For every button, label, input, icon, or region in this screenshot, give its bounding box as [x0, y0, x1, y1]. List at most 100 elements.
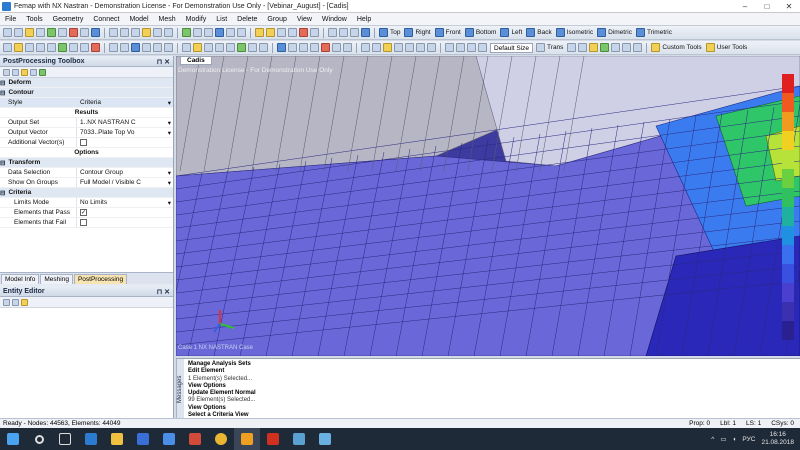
pp-row-elements-that-pass[interactable]: Elements that Pass ✓ [0, 208, 173, 218]
toolbar-button-icon[interactable] [91, 28, 100, 37]
femap-icon[interactable] [234, 428, 260, 450]
view-dimetric-icon[interactable] [597, 28, 607, 37]
toolbar-button-icon[interactable] [109, 43, 118, 52]
language-indicator[interactable]: РУС [742, 436, 755, 443]
dropdown-arrow-icon[interactable]: ▾ [168, 199, 173, 207]
toolbar-button-icon[interactable] [372, 43, 381, 52]
toolbar-button-icon[interactable] [310, 43, 319, 52]
toolbar-button-icon[interactable] [14, 28, 23, 37]
minimize-icon[interactable]: – [734, 2, 756, 11]
view-trimetric-button[interactable]: Trimetric [647, 29, 672, 36]
toolbar-button-icon[interactable] [361, 28, 370, 37]
toolbar-button-icon[interactable] [58, 43, 67, 52]
menu-item-list[interactable]: List [211, 16, 232, 23]
toolbar-button-icon[interactable] [611, 43, 621, 52]
view-trimetric-icon[interactable] [635, 28, 645, 37]
menu-item-modify[interactable]: Modify [181, 16, 212, 23]
toolbar-button-icon[interactable] [142, 28, 151, 37]
toolbar-button-icon[interactable] [248, 43, 257, 52]
toolbar-button-icon[interactable] [36, 43, 45, 52]
pp-row-additional-vector-s[interactable]: Additional Vector(s) [0, 138, 173, 148]
search-icon[interactable] [26, 428, 52, 450]
toolbar-button-icon[interactable] [58, 28, 67, 37]
menu-item-window[interactable]: Window [317, 16, 352, 23]
toolbar-button-icon[interactable] [204, 28, 213, 37]
view-front-icon[interactable] [434, 28, 444, 37]
menu-item-tools[interactable]: Tools [21, 16, 47, 23]
tool-icon[interactable] [12, 68, 19, 76]
pp-row-show-on-groups[interactable]: Show On Groups Full Model / Visible C ▾ [0, 178, 173, 188]
tool-icon[interactable] [21, 68, 28, 76]
trans-icon[interactable] [536, 43, 546, 52]
view-left-button[interactable]: Left [511, 29, 522, 36]
toolbar-button-icon[interactable] [204, 43, 213, 52]
toolbar-button-icon[interactable] [120, 28, 129, 37]
menu-item-model[interactable]: Model [124, 16, 153, 23]
toolbar-button-icon[interactable] [182, 43, 191, 52]
toolbar-button-icon[interactable] [25, 28, 34, 37]
toolbar-button-icon[interactable] [277, 28, 286, 37]
toolbar-button-icon[interactable] [288, 43, 297, 52]
view-right-button[interactable]: Right [415, 29, 430, 36]
checkbox[interactable]: ✓ [80, 209, 87, 216]
edge-icon[interactable] [78, 428, 104, 450]
tab-cadis[interactable]: Cadis [180, 56, 212, 65]
toolbar-button-icon[interactable] [350, 28, 359, 37]
mail-icon[interactable] [156, 428, 182, 450]
toolbar-button-icon[interactable] [237, 43, 246, 52]
tab-postprocessing[interactable]: PostProcessing [73, 274, 128, 284]
toolbar-button-icon[interactable] [456, 43, 465, 52]
user-tools-icon[interactable] [705, 43, 715, 52]
status-prop[interactable]: Prop: 0 [689, 420, 710, 427]
app-icon[interactable] [286, 428, 312, 450]
toolbar-button-icon[interactable] [36, 28, 45, 37]
toolbar-button-icon[interactable] [339, 28, 348, 37]
tool-icon[interactable] [3, 68, 10, 76]
clock[interactable]: 16:16 21.08.2018 [761, 431, 794, 447]
volume-icon[interactable]: ◖ [732, 436, 736, 443]
toolbar-button-icon[interactable] [299, 28, 308, 37]
pin-icon[interactable]: ⊓ ✕ [157, 288, 170, 296]
toolbar-button-icon[interactable] [215, 43, 224, 52]
toolbar-button-icon[interactable] [600, 43, 610, 52]
view-right-icon[interactable] [404, 28, 414, 37]
toolbar-button-icon[interactable] [142, 43, 151, 52]
pp-row-value[interactable]: 1..NX NASTRAN C ▾ [76, 118, 173, 127]
graphics-viewport[interactable]: Cadis Demonstration License - For Demons… [176, 56, 800, 356]
menu-item-file[interactable]: File [0, 16, 21, 23]
tool-icon[interactable] [21, 298, 28, 306]
pp-row-data-selection[interactable]: Data Selection Contour Group ▾ [0, 168, 173, 178]
toolbar-button-icon[interactable] [259, 43, 268, 52]
toolbar-button-icon[interactable] [69, 28, 78, 37]
pp-row-deform[interactable]: ⊟ Deform [0, 78, 173, 88]
tray-chevron-icon[interactable]: ^ [711, 436, 714, 443]
user-tools-button[interactable]: User Tools [717, 44, 748, 51]
menu-item-view[interactable]: View [292, 16, 317, 23]
menu-item-mesh[interactable]: Mesh [154, 16, 181, 23]
toolbar-button-icon[interactable] [237, 28, 246, 37]
toolbar-button-icon[interactable] [622, 43, 632, 52]
windows-start-icon[interactable] [0, 428, 26, 450]
toolbar-button-icon[interactable] [153, 43, 162, 52]
toolbar-button-icon[interactable] [427, 43, 436, 52]
media-icon[interactable] [182, 428, 208, 450]
menu-item-connect[interactable]: Connect [88, 16, 124, 23]
toolbar-button-icon[interactable] [266, 28, 275, 37]
chrome-icon[interactable] [208, 428, 234, 450]
toolbar-button-icon[interactable] [193, 43, 202, 52]
checkbox[interactable] [80, 219, 87, 226]
toolbar-button-icon[interactable] [277, 43, 286, 52]
explorer-icon[interactable] [104, 428, 130, 450]
pp-row-style[interactable]: Style Criteria ▾ [0, 98, 173, 108]
pp-row-output-set[interactable]: Output Set 1..NX NASTRAN C ▾ [0, 118, 173, 128]
menu-item-help[interactable]: Help [352, 16, 376, 23]
toolbar-button-icon[interactable] [14, 43, 23, 52]
toolbar-button-icon[interactable] [589, 43, 599, 52]
pp-row-limits-mode[interactable]: Limits Mode No Limits ▾ [0, 198, 173, 208]
dropdown-arrow-icon[interactable]: ▾ [168, 179, 173, 187]
toolbar-button-icon[interactable] [445, 43, 454, 52]
toolbar-button-icon[interactable] [164, 28, 173, 37]
pp-row-value[interactable]: 7033..Plate Top Vo ▾ [76, 128, 173, 137]
pp-row-transform[interactable]: ⊟ Transform [0, 158, 173, 168]
menu-item-delete[interactable]: Delete [232, 16, 262, 23]
